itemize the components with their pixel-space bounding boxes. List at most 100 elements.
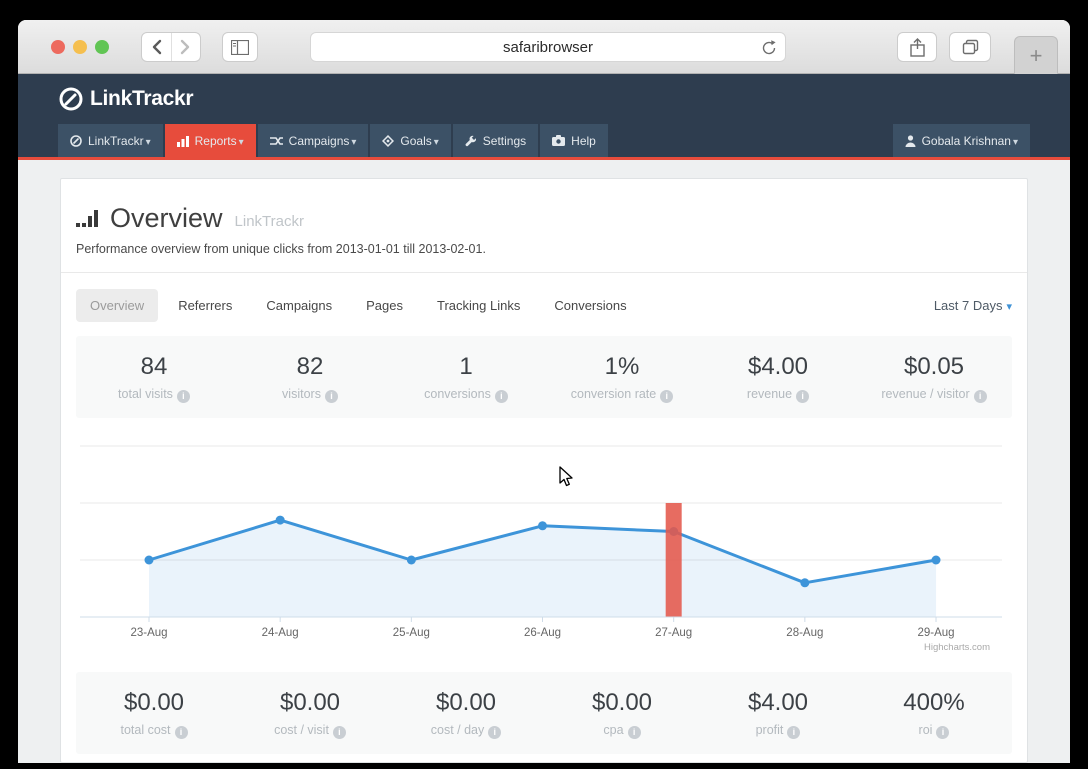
bar-chart-title-icon bbox=[76, 210, 98, 227]
address-bar[interactable]: safaribrowser bbox=[310, 32, 786, 62]
nav-item-help[interactable]: Help bbox=[540, 124, 608, 157]
nav-item-reports[interactable]: Reports bbox=[164, 124, 256, 157]
forward-button[interactable] bbox=[172, 33, 201, 61]
info-icon[interactable] bbox=[660, 390, 674, 403]
reload-icon bbox=[762, 40, 776, 55]
nav-item-label: Campaigns bbox=[289, 134, 357, 148]
tabs-overview-icon bbox=[962, 39, 978, 55]
reload-button[interactable] bbox=[761, 39, 777, 62]
stat-cpa: $0.00 cpa bbox=[544, 689, 700, 739]
tab-tracking-links[interactable]: Tracking Links bbox=[423, 289, 534, 322]
stat-roi: 400% roi bbox=[856, 689, 1012, 739]
window-controls bbox=[51, 40, 109, 54]
bar-chart-icon bbox=[176, 135, 189, 147]
page-subtitle: Performance overview from unique clicks … bbox=[76, 242, 486, 256]
nav-item-settings[interactable]: Settings bbox=[452, 124, 539, 157]
stat-value: $0.00 bbox=[279, 689, 341, 716]
page-title-suffix: LinkTrackr bbox=[234, 213, 304, 230]
stat-cost-per-day: $0.00 cost / day bbox=[388, 689, 544, 739]
tab-pages[interactable]: Pages bbox=[352, 289, 417, 322]
visits-chart: 23-Aug 24-Aug 25-Aug 26-Aug 27-Aug 28-Aug 29-A… bbox=[76, 424, 1012, 668]
stat-visitors: 82 visitors bbox=[232, 353, 388, 403]
svg-text:29-Aug: 29-Aug bbox=[917, 627, 954, 639]
tab-campaigns[interactable]: Campaigns bbox=[252, 289, 346, 322]
stat-label: cost / visit bbox=[274, 723, 329, 737]
nav-item-linktrackr[interactable]: LinkTrackr bbox=[58, 124, 163, 157]
user-menu-label: Gobala Krishnan bbox=[922, 134, 1018, 148]
stat-value: $4.00 bbox=[747, 689, 809, 716]
show-all-tabs-button[interactable] bbox=[949, 32, 991, 62]
svg-text:28-Aug: 28-Aug bbox=[786, 627, 823, 639]
overview-card: Overview LinkTrackr Performance overview… bbox=[60, 178, 1028, 763]
nav-item-campaigns[interactable]: Campaigns bbox=[257, 124, 369, 157]
back-button[interactable] bbox=[142, 33, 172, 61]
date-range-selector[interactable]: Last 7 Days bbox=[934, 298, 1012, 313]
svg-text:27-Aug: 27-Aug bbox=[655, 627, 692, 639]
nav-item-goals[interactable]: Goals bbox=[370, 124, 451, 157]
sidebar-button[interactable] bbox=[222, 32, 258, 62]
svg-text:24-Aug: 24-Aug bbox=[262, 627, 299, 639]
stat-value: $0.00 bbox=[435, 689, 497, 716]
stat-value: 82 bbox=[296, 353, 324, 380]
minimize-window-button[interactable] bbox=[73, 40, 87, 54]
info-icon[interactable] bbox=[332, 726, 346, 739]
nav-item-label: LinkTrackr bbox=[88, 134, 151, 148]
info-icon[interactable] bbox=[494, 390, 508, 403]
chart-credits: Highcharts.com bbox=[924, 642, 990, 653]
chevron-right-icon bbox=[181, 39, 190, 55]
stat-value: $0.00 bbox=[591, 689, 653, 716]
stat-value: $0.05 bbox=[903, 353, 965, 380]
close-window-button[interactable] bbox=[51, 40, 65, 54]
info-icon[interactable] bbox=[176, 390, 190, 403]
svg-text:25-Aug: 25-Aug bbox=[393, 627, 430, 639]
stat-value: 84 bbox=[140, 353, 168, 380]
visits-chart-svg: 23-Aug 24-Aug 25-Aug 26-Aug 27-Aug 28-Aug 29-A… bbox=[80, 445, 1002, 639]
camera-icon bbox=[552, 135, 566, 146]
site-header: LinkTrackr bbox=[18, 74, 1070, 124]
page-header: Overview LinkTrackr Performance overview… bbox=[76, 179, 1012, 256]
address-bar-text: safaribrowser bbox=[502, 38, 594, 56]
brand-logo[interactable]: LinkTrackr bbox=[58, 86, 194, 112]
tab-overview[interactable]: Overview bbox=[76, 289, 159, 322]
info-icon[interactable] bbox=[488, 726, 502, 739]
info-icon[interactable] bbox=[627, 726, 641, 739]
report-tabs: Overview Referrers Campaigns Pages Track… bbox=[76, 273, 1012, 336]
user-icon bbox=[905, 134, 916, 147]
svg-text:26-Aug: 26-Aug bbox=[524, 627, 561, 639]
browser-titlebar: safaribrowser + bbox=[18, 20, 1070, 74]
stat-label: conversions bbox=[424, 387, 491, 401]
nav-item-label: Help bbox=[571, 133, 596, 148]
info-icon[interactable] bbox=[973, 390, 987, 403]
stat-label: total visits bbox=[118, 387, 173, 401]
page-content: Overview LinkTrackr Performance overview… bbox=[18, 160, 1070, 763]
share-icon bbox=[909, 37, 925, 57]
info-icon[interactable] bbox=[174, 726, 188, 739]
stat-conversions: 1 conversions bbox=[388, 353, 544, 403]
page-title: Overview bbox=[110, 203, 223, 233]
info-icon[interactable] bbox=[936, 726, 950, 739]
link-icon bbox=[70, 134, 82, 147]
history-nav-group bbox=[141, 32, 201, 62]
stat-conversion-rate: 1% conversion rate bbox=[544, 353, 700, 403]
browser-window: safaribrowser + LinkTrackr LinkTrackr ▾ … bbox=[18, 20, 1070, 763]
stat-label: cost / day bbox=[430, 723, 485, 737]
info-icon[interactable] bbox=[796, 390, 810, 403]
stat-value: 1 bbox=[459, 353, 473, 380]
tab-referrers[interactable]: Referrers bbox=[164, 289, 246, 322]
stat-value: 400% bbox=[903, 689, 965, 716]
stat-value: $4.00 bbox=[747, 353, 809, 380]
stat-revenue: $4.00 revenue bbox=[700, 353, 856, 403]
new-tab-button[interactable]: + bbox=[1014, 36, 1058, 74]
svg-text:23-Aug: 23-Aug bbox=[130, 627, 167, 639]
date-range-label: Last 7 Days bbox=[934, 298, 1012, 313]
share-button[interactable] bbox=[897, 32, 937, 62]
stat-profit: $4.00 profit bbox=[700, 689, 856, 739]
user-menu[interactable]: Gobala Krishnan bbox=[892, 124, 1030, 157]
stats-top-panel: 84 total visits 82 visitors 1 conversion… bbox=[76, 336, 1012, 418]
info-icon[interactable] bbox=[787, 726, 801, 739]
nav-item-label: Goals bbox=[400, 134, 438, 148]
zoom-window-button[interactable] bbox=[95, 40, 109, 54]
tab-conversions[interactable]: Conversions bbox=[540, 289, 640, 322]
info-icon[interactable] bbox=[324, 390, 338, 403]
sidebar-icon bbox=[231, 39, 249, 55]
